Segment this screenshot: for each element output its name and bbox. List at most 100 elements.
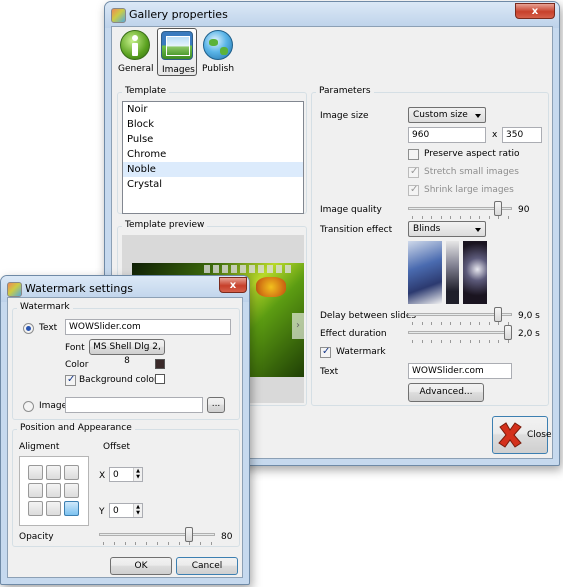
effect-duration-thumb[interactable]: [504, 325, 512, 340]
position-appearance-group: Position and Appearance Aligment Offset …: [12, 423, 240, 547]
transition-effect-dropdown[interactable]: Blinds: [408, 221, 486, 237]
transition-effect-value: Blinds: [413, 224, 441, 234]
ok-button[interactable]: OK: [110, 557, 172, 575]
window-close-button[interactable]: x: [515, 3, 555, 19]
offset-y-label: Y: [99, 507, 105, 517]
advanced-button[interactable]: Advanced...: [408, 383, 484, 402]
image-quality-thumb[interactable]: [494, 201, 502, 216]
background-color-label: Background color: [79, 375, 158, 385]
align-top-left[interactable]: [28, 465, 43, 480]
transition-effect-label: Transition effect: [320, 225, 393, 235]
slider-tick: [508, 216, 509, 219]
image-size-dropdown[interactable]: Custom size: [408, 107, 486, 123]
position-appearance-label: Position and Appearance: [17, 423, 135, 433]
opacity-thumb[interactable]: [185, 527, 193, 542]
shrink-large-checkbox[interactable]: [408, 184, 419, 196]
stretch-small-label: Stretch small images: [424, 167, 519, 177]
browse-button[interactable]: ...: [207, 397, 225, 413]
background-color-swatch[interactable]: [155, 374, 165, 384]
cancel-button[interactable]: Cancel: [176, 557, 238, 575]
align-bottom-left[interactable]: [28, 501, 43, 516]
slider-tick: [450, 340, 451, 343]
template-item-noble[interactable]: Noble: [123, 162, 303, 177]
image-width-input[interactable]: 960: [408, 127, 486, 143]
slider-tick: [114, 542, 115, 545]
watermark-text-input[interactable]: WOWSlider.com: [408, 363, 512, 379]
template-list[interactable]: Noir Block Pulse Chrome Noble Crystal: [122, 101, 304, 214]
alignment-label: Aligment: [19, 442, 60, 452]
tab-general[interactable]: General: [116, 30, 154, 76]
red-x-icon: [498, 422, 522, 448]
image-quality-slider[interactable]: [408, 199, 512, 221]
offset-x-value: 0: [113, 470, 119, 480]
align-top-center[interactable]: [46, 465, 61, 480]
app-icon: [111, 8, 126, 23]
spinner-arrows-icon[interactable]: ▲ ▼: [133, 504, 142, 517]
offset-x-spinner[interactable]: 0 ▲ ▼: [109, 467, 143, 482]
font-label: Font: [65, 343, 85, 353]
align-bottom-center[interactable]: [46, 501, 61, 516]
app-icon: [7, 282, 22, 297]
effect-duration-label: Effect duration: [320, 329, 387, 339]
tab-images-label: Images: [162, 65, 195, 75]
watermark-title: Watermark settings: [25, 282, 134, 295]
template-item-crystal[interactable]: Crystal: [123, 177, 303, 192]
image-radio[interactable]: [23, 401, 34, 412]
slider-tick: [489, 340, 490, 343]
offset-y-spinner[interactable]: 0 ▲ ▼: [109, 503, 143, 518]
watermark-settings-window: Watermark settings x Watermark Text WOWS…: [0, 275, 250, 585]
image-size-label: Image size: [320, 111, 369, 121]
watermark-image-field[interactable]: [65, 397, 203, 413]
slider-tick: [470, 340, 471, 343]
preview-next-arrow[interactable]: ›: [292, 313, 304, 339]
slider-tick: [157, 542, 158, 545]
effect-duration-value: 2,0 s: [518, 329, 540, 339]
align-bottom-right[interactable]: [64, 501, 79, 516]
size-times-label: x: [492, 130, 498, 140]
slider-tick: [441, 216, 442, 219]
template-item-chrome[interactable]: Chrome: [123, 147, 303, 162]
offset-y-value: 0: [113, 506, 119, 516]
font-button[interactable]: MS Shell Dlg 2, 8: [89, 339, 165, 366]
slider-tick: [422, 216, 423, 219]
slider-tick: [450, 216, 451, 219]
slider-tick: [470, 216, 471, 219]
align-middle-left[interactable]: [28, 483, 43, 498]
slider-tick: [135, 542, 136, 545]
spinner-arrows-icon[interactable]: ▲ ▼: [133, 468, 142, 481]
tab-images[interactable]: Images: [157, 28, 197, 76]
watermark-text-field[interactable]: WOWSlider.com: [65, 319, 231, 335]
background-color-checkbox[interactable]: [65, 374, 76, 386]
watermark-checkbox[interactable]: [320, 346, 331, 358]
slider-tick: [189, 542, 190, 545]
slider-tick: [498, 216, 499, 219]
color-swatch[interactable]: [155, 359, 165, 369]
template-item-noir[interactable]: Noir: [123, 102, 303, 117]
template-item-block[interactable]: Block: [123, 117, 303, 132]
opacity-slider[interactable]: [99, 525, 215, 545]
watermark-close-button[interactable]: x: [219, 277, 247, 293]
info-icon: [120, 30, 150, 60]
align-middle-center[interactable]: [46, 483, 61, 498]
stretch-small-checkbox[interactable]: [408, 166, 419, 178]
preserve-aspect-checkbox[interactable]: [408, 149, 419, 160]
effect-duration-slider[interactable]: [408, 323, 512, 345]
shrink-large-label: Shrink large images: [424, 185, 514, 195]
watermark-group-label: Watermark: [17, 302, 73, 312]
template-item-pulse[interactable]: Pulse: [123, 132, 303, 147]
slider-tick: [441, 340, 442, 343]
gallery-titlebar[interactable]: Gallery properties x: [105, 2, 559, 28]
align-top-right[interactable]: [64, 465, 79, 480]
image-size-value: Custom size: [413, 110, 468, 120]
slider-tick: [200, 542, 201, 545]
text-radio[interactable]: [23, 323, 34, 334]
slider-tick: [422, 340, 423, 343]
delay-thumb[interactable]: [494, 307, 502, 322]
close-button[interactable]: Close: [492, 416, 552, 454]
slider-tick: [508, 340, 509, 343]
image-height-input[interactable]: 350: [502, 127, 542, 143]
align-middle-right[interactable]: [64, 483, 79, 498]
alignment-grid[interactable]: [19, 456, 89, 526]
tab-publish[interactable]: Publish: [200, 30, 238, 76]
effect-duration-track: [408, 331, 512, 334]
